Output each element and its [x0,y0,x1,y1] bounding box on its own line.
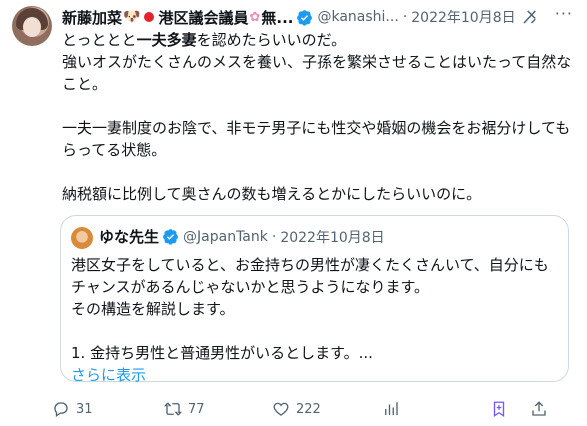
more-options-icon[interactable]: ··· [555,4,573,23]
tweet-line-3: 一夫一妻制度のお陰で、非モテ男子にも性交や婚姻の機会をお裾分けしてもらってる状態… [62,119,571,159]
author-title-prefix[interactable]: 港区議会議員 [158,7,248,28]
like-count: 222 [296,401,321,417]
quote-line-3: 1. 金持ち男性と普通男性がいるとします。... [71,344,373,362]
reply-icon [54,402,68,418]
author-avatar[interactable] [12,6,52,46]
tweet-header: 新藤加菜 🐶 港区議会議員 ✿ 無... @kanashi... · 2022年… [62,6,575,28]
bookmark-add-icon [493,401,505,418]
author-title-suffix[interactable]: 無... [261,7,293,28]
quote-author-handle: @JapanTank [183,228,268,245]
separator-dot: · [402,9,408,25]
quote-separator-dot: · [271,228,277,245]
quote-line-1: 港区女子をしていると、お金持ちの男性が凄くたくさんいて、自分にもチャンスがあるん… [71,256,549,296]
quote-text: 港区女子をしていると、お金持ちの男性が凄くたくさんいて、自分にもチャンスがあるん… [71,254,561,386]
quoted-tweet[interactable]: ゆな先生 @JapanTank · 2022年10月8日 港区女子をしていると、… [60,215,569,384]
tweet-date[interactable]: 2022年10月8日 [411,7,515,27]
verified-badge-icon [297,9,313,26]
quote-author-name: ゆな先生 [99,228,160,246]
grok-icon[interactable] [521,8,539,26]
reply-count: 31 [76,401,93,417]
share-icon [532,401,546,416]
quote-header: ゆな先生 @JapanTank · 2022年10月8日 [99,226,385,247]
heart-icon [273,402,289,416]
retweet-button[interactable]: 77 [164,400,205,418]
tweet-line-4: 納税額に比例して奥さんの数も増えるとかにしたらいいのに。 [62,185,482,203]
tweet-line-1: とっととと一夫多妻を認めたらいいのだ。 [62,31,347,49]
views-chart-icon [385,402,398,415]
retweet-icon [164,402,182,416]
tweet-text: とっととと一夫多妻を認めたらいいのだ。 強いオスがたくさんのメスを養い、子孫を繁… [62,29,580,205]
views-button[interactable] [382,400,400,418]
red-circle-icon [144,12,155,22]
cherry-blossom-icon: ✿ [249,9,261,25]
share-button[interactable] [530,400,548,418]
author-handle[interactable]: @kanashi... [317,9,398,25]
bookmark-button[interactable] [490,400,508,418]
tweet-line-2: 強いオスがたくさんのメスを養い、子孫を繁栄させることはいたって自然なこと。 [62,53,572,93]
like-button[interactable]: 222 [272,400,321,418]
quote-date: 2022年10月8日 [280,229,385,246]
action-bar: 31 77 222 [52,400,577,424]
bold-phrase: 一夫多妻 [136,31,197,49]
quote-verified-badge-icon [163,229,178,245]
author-name[interactable]: 新藤加菜 [62,7,122,28]
show-more-link[interactable]: さらに表示 [71,364,561,386]
quote-line-2: その構造を解説します。 [71,300,235,318]
reply-button[interactable]: 31 [52,400,93,418]
retweet-count: 77 [188,401,205,417]
dog-emoji-icon: 🐶 [123,9,141,25]
quote-author-avatar [71,227,93,249]
tweet: 新藤加菜 🐶 港区議会議員 ✿ 無... @kanashi... · 2022年… [0,0,587,426]
